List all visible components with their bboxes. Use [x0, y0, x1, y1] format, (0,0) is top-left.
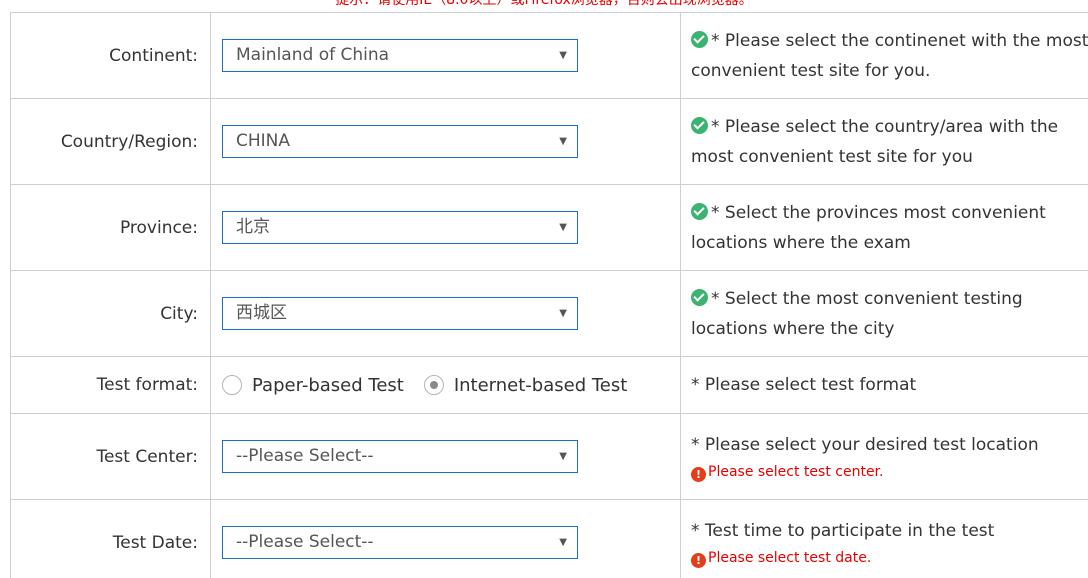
paper-based-option[interactable]: Paper-based Test — [222, 375, 404, 396]
triangle-down-icon: ▼ — [559, 50, 567, 61]
country-hint: * Please select the country/area with th… — [680, 98, 1088, 185]
province-hint: * Select the provinces most convenient l… — [680, 184, 1088, 271]
province-select-value: 北京 — [236, 217, 270, 237]
test-center-hint: * Please select your desired test locati… — [680, 413, 1088, 500]
country-label: Country/Region: — [10, 98, 211, 185]
paper-based-radio[interactable] — [222, 375, 242, 395]
triangle-down-icon: ▼ — [559, 308, 567, 319]
country-select[interactable]: CHINA ▼ — [222, 125, 578, 158]
test-center-error: ! Please select test center. — [691, 460, 1088, 484]
triangle-down-icon: ▼ — [559, 136, 567, 147]
test-center-row: Test Center: --Please Select-- ▼ * Pleas… — [10, 413, 1088, 500]
browser-notice: 提示：请使用IE（8.0以上）或Firefox浏览器，否则会出现浏览器。 — [335, 0, 753, 8]
country-row: Country/Region: CHINA ▼ * Please select … — [10, 98, 1088, 185]
continent-row: Continent: Mainland of China ▼ * Please … — [10, 12, 1088, 99]
test-format-label: Test format: — [10, 356, 211, 414]
province-select[interactable]: 北京 ▼ — [222, 211, 578, 244]
country-select-value: CHINA — [236, 131, 291, 151]
test-date-row: Test Date: --Please Select-- ▼ * Test ti… — [10, 499, 1088, 578]
test-selection-form: Continent: Mainland of China ▼ * Please … — [10, 12, 1088, 578]
test-center-select-value: --Please Select-- — [236, 446, 374, 466]
paper-based-label: Paper-based Test — [252, 374, 404, 396]
city-select[interactable]: 西城区 ▼ — [222, 297, 578, 330]
exclamation-circle-icon: ! — [691, 466, 706, 482]
city-label: City: — [10, 270, 211, 357]
test-format-hint: * Please select test format — [680, 356, 1088, 414]
test-format-row: Test format: Paper-based Test Internet-b… — [10, 356, 1088, 414]
test-center-select[interactable]: --Please Select-- ▼ — [222, 440, 578, 473]
exam-registration-page: 提示：请使用IE（8.0以上）或Firefox浏览器，否则会出现浏览器。 Con… — [0, 0, 1088, 578]
test-date-label: Test Date: — [10, 499, 211, 578]
test-format-radio-group: Paper-based Test Internet-based Test — [222, 375, 679, 396]
province-label: Province: — [10, 184, 211, 271]
exclamation-circle-icon: ! — [691, 552, 706, 568]
triangle-down-icon: ▼ — [559, 451, 567, 462]
check-circle-icon — [691, 116, 708, 134]
continent-select[interactable]: Mainland of China ▼ — [222, 39, 578, 72]
internet-based-radio[interactable] — [423, 375, 444, 395]
city-select-value: 西城区 — [236, 303, 287, 323]
triangle-down-icon: ▼ — [559, 222, 567, 233]
check-circle-icon — [691, 288, 708, 306]
continent-select-value: Mainland of China — [236, 45, 390, 65]
city-hint: * Select the most convenient testing loc… — [680, 270, 1088, 357]
test-date-error: ! Please select test date. — [691, 546, 1088, 570]
continent-hint: * Please select the continenet with the … — [680, 12, 1088, 99]
check-circle-icon — [691, 202, 708, 220]
city-row: City: 西城区 ▼ * Select the most convenient… — [10, 270, 1088, 357]
check-circle-icon — [691, 30, 708, 48]
test-center-label: Test Center: — [10, 413, 211, 500]
test-date-hint: * Test time to participate in the test !… — [680, 499, 1088, 578]
continent-label: Continent: — [10, 12, 211, 99]
test-date-select-value: --Please Select-- — [236, 532, 374, 552]
province-row: Province: 北京 ▼ * Select the provinces mo… — [10, 184, 1088, 271]
test-date-select[interactable]: --Please Select-- ▼ — [222, 526, 578, 559]
triangle-down-icon: ▼ — [559, 537, 567, 548]
internet-based-label: Internet-based Test — [453, 374, 628, 396]
internet-based-option[interactable]: Internet-based Test — [423, 374, 628, 396]
